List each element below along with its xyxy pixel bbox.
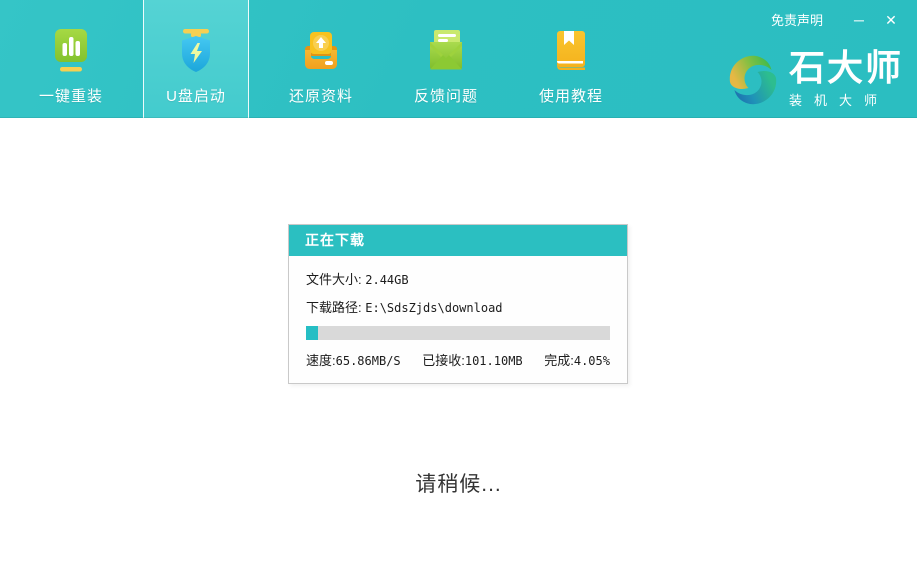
tab-usb-boot[interactable]: U盘启动 [143, 0, 249, 118]
done-value: 4.05% [574, 354, 610, 368]
download-path-label: 下载路径: [306, 300, 362, 315]
download-stats-row: 速度:65.86MB/S 已接收:101.10MB 完成:4.05% [306, 350, 610, 369]
minimize-button[interactable]: ─ [849, 11, 869, 29]
tab-one-key-reinstall[interactable]: 一键重装 [18, 0, 124, 118]
close-button[interactable]: ✕ [881, 11, 901, 29]
download-path-row: 下载路径: E:\SdsZjds\download [306, 297, 610, 316]
file-size-label: 文件大小: [306, 272, 362, 287]
tab-label: U盘启动 [166, 85, 226, 106]
download-progress-bar [306, 326, 610, 340]
download-progress-fill [306, 326, 318, 340]
logo-swirl-icon [725, 51, 781, 109]
speed-label: 速度: [306, 353, 336, 368]
dialog-title: 正在下载 [289, 225, 627, 256]
tab-restore-data[interactable]: 还原资料 [268, 0, 374, 118]
received-label: 已接收: [422, 353, 465, 368]
chart-bars-icon [49, 28, 93, 74]
brand-logo: 石大师 装机大师 [725, 50, 903, 109]
tutorial-book-icon [549, 28, 593, 74]
done-label: 完成: [544, 353, 574, 368]
usb-shield-icon [174, 28, 218, 74]
window-controls: 免责声明 ─ ✕ [771, 10, 901, 29]
speed-stat: 速度:65.86MB/S [306, 350, 401, 369]
speed-value: 65.86MB/S [336, 354, 401, 368]
logo-text: 石大师 装机大师 [789, 50, 903, 109]
please-wait-text: 请稍候... [0, 468, 917, 498]
tab-label: 还原资料 [289, 85, 353, 106]
feedback-mail-icon [424, 28, 468, 74]
tab-label: 一键重装 [39, 85, 103, 106]
file-size-value: 2.44GB [365, 273, 408, 287]
tab-label: 使用教程 [539, 85, 603, 106]
logo-subtitle: 装机大师 [789, 90, 903, 109]
download-dialog: 正在下载 文件大小: 2.44GB 下载路径: E:\SdsZjds\downl… [288, 224, 628, 384]
logo-title: 石大师 [789, 50, 903, 86]
received-stat: 已接收:101.10MB [422, 350, 522, 369]
tab-feedback[interactable]: 反馈问题 [393, 0, 499, 118]
tab-tutorial[interactable]: 使用教程 [518, 0, 624, 118]
restore-tray-icon [299, 28, 343, 74]
received-value: 101.10MB [465, 354, 523, 368]
disclaimer-link[interactable]: 免责声明 [771, 10, 823, 29]
done-stat: 完成:4.05% [544, 350, 610, 369]
file-size-row: 文件大小: 2.44GB [306, 269, 610, 288]
tab-label: 反馈问题 [414, 85, 478, 106]
dialog-body: 文件大小: 2.44GB 下载路径: E:\SdsZjds\download 速… [289, 256, 627, 383]
app-header: 一键重装 U盘启动 [0, 0, 917, 118]
download-path-value: E:\SdsZjds\download [365, 301, 502, 315]
main-nav-tabs: 一键重装 U盘启动 [18, 0, 643, 118]
